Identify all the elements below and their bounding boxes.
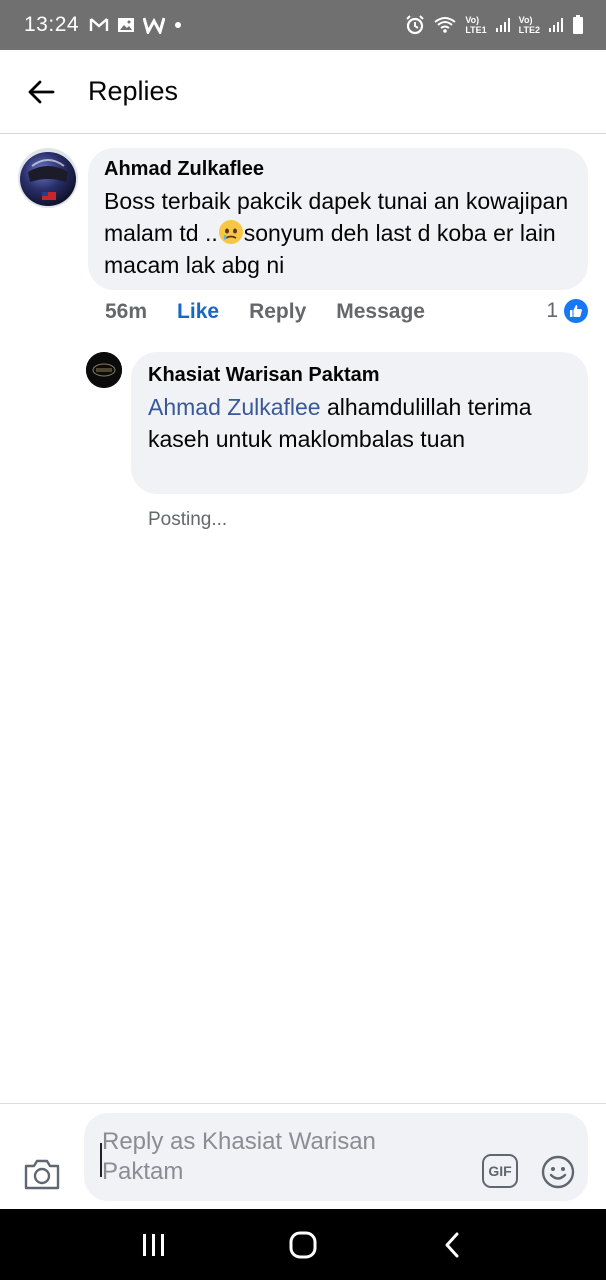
home-icon [289,1231,317,1258]
status-bar: 13:24 Vo) LTE1 Vo) LTE2 [0,0,606,50]
posting-status: Posting... [148,509,228,530]
reply-bubble[interactable]: Khasiat Warisan Paktam Ahmad Zulkaflee a… [131,352,588,494]
wifi-icon [434,17,456,33]
gif-button[interactable]: GIF [482,1154,518,1188]
recent-apps-icon [143,1233,165,1256]
recent-apps-button[interactable] [124,1215,184,1275]
mention-link[interactable]: Ahmad Zulkaflee [148,394,321,420]
comment-timestamp[interactable]: 56m [105,300,147,324]
reply-avatar[interactable] [86,352,122,388]
reply-input[interactable]: Reply as Khasiat Warisan Paktam [102,1127,462,1187]
signal-bars-2-icon [549,18,563,32]
home-button[interactable] [273,1215,333,1275]
message-button[interactable]: Message [336,300,425,324]
reply-input-container[interactable]: Reply as Khasiat Warisan Paktam GIF [84,1113,588,1201]
system-nav-bar [0,1209,606,1280]
reaction-count[interactable]: 1 [546,299,588,323]
face-holding-back-tears-emoji-icon [218,220,243,244]
back-button[interactable] [0,50,82,134]
signal-lte2-icon: Vo) LTE2 [518,15,540,35]
comment-actions: 56m Like Reply Message [105,300,425,324]
header: Replies [0,50,606,134]
chevron-left-icon [445,1232,459,1257]
comment-author[interactable]: Ahmad Zulkaflee [104,158,572,181]
dot-icon [175,22,182,28]
notification-icons [89,16,183,34]
reply-composer: Reply as Khasiat Warisan Paktam GIF [0,1103,606,1209]
gmail-icon [89,18,109,31]
signal-bars-1-icon [495,18,510,32]
emoji-button[interactable] [541,1155,575,1189]
camera-button[interactable] [22,1156,62,1192]
alarm-icon [406,15,425,35]
like-button[interactable]: Like [177,300,219,324]
comment-bubble[interactable]: Ahmad Zulkaflee Boss terbaik pakcik dape… [88,148,588,290]
avatar[interactable] [18,148,78,208]
camera-icon [24,1159,60,1190]
signal-lte1-icon: Vo) LTE1 [465,15,487,35]
clock: 13:24 [24,13,80,36]
arrow-left-icon [28,80,55,103]
page-logo-avatar-image [86,352,122,388]
reply-author[interactable]: Khasiat Warisan Paktam [148,364,572,387]
system-icons: Vo) LTE1 Vo) LTE2 [405,15,584,35]
w-app-icon [143,17,166,34]
gallery-icon [118,18,135,32]
smiley-icon [541,1155,575,1189]
helmet-avatar-image [18,148,78,208]
reply-button[interactable]: Reply [249,300,306,324]
comment-text: Boss terbaik pakcik dapek tunai an kowaj… [104,185,572,281]
back-nav-button[interactable] [422,1215,482,1275]
reply-text: Ahmad Zulkaflee alhamdulillah terima kas… [148,391,572,455]
battery-icon [573,15,583,34]
reaction-count-number: 1 [546,299,558,322]
page-title: Replies [88,76,179,106]
thumbs-up-icon [564,299,588,323]
